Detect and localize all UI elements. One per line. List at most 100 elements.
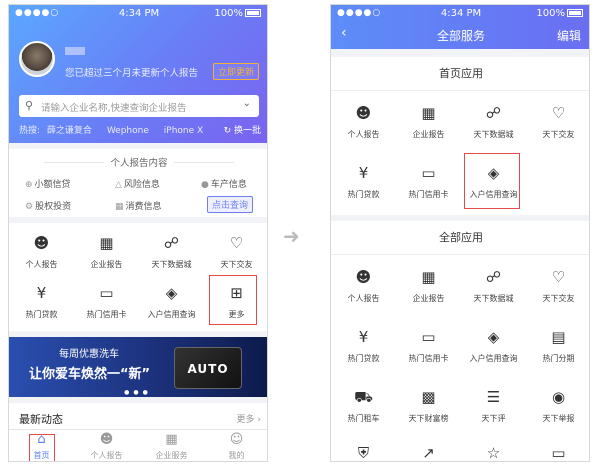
service-dating[interactable]: ♡ 天下交友 xyxy=(204,233,267,270)
yen-icon: ¥ xyxy=(358,164,369,182)
report-item: ⊕ 小额信贷 xyxy=(25,180,71,190)
change-batch-button[interactable]: ↻ 换一批 xyxy=(224,123,261,136)
tab-mine[interactable]: ☺ 我的 xyxy=(204,432,267,461)
personal-report-panel: 个人报告内容 ⊕ 小额信贷 △ 风险信息 ● 车产信息 ⚙ 股权投资 ▦ 消费信息 点击查… xyxy=(9,149,267,217)
app-company-report[interactable]: ▦ 企业报告 xyxy=(396,267,461,304)
search-input[interactable]: ⚲ 请输入企业名称,快速查询企业报告 ⌄ xyxy=(19,95,259,117)
app-row-partial[interactable]: ☆ xyxy=(461,443,526,462)
news-section: 最新动态 更多 › xyxy=(9,403,267,429)
service-data-city[interactable]: ☍ 天下数据城 xyxy=(139,233,204,270)
app-row-partial[interactable]: ↗ xyxy=(396,443,461,461)
home-apps-heading: 首页应用 xyxy=(331,57,589,91)
car-icon: ⛟ xyxy=(354,388,373,406)
report-item: ⚙ 股权投资 xyxy=(25,202,72,212)
gear-icon: ⚙ xyxy=(25,202,34,212)
user-name-blurred xyxy=(65,47,85,55)
personal-report-title: 个人报告内容 xyxy=(9,155,267,169)
status-bar: ●●●●○ 4:34 PM 100% xyxy=(9,5,267,23)
app-reviews[interactable]: ☰ 天下评 xyxy=(461,387,526,424)
tab-company-service[interactable]: ▦ 企业服务 xyxy=(139,432,204,461)
app-loans[interactable]: ¥ 热门贷款 xyxy=(331,327,396,364)
graduation-cap-icon: ◈ xyxy=(487,328,500,346)
service-grid: ☻ 个人报告 ▦ 企业报告 ☍ 天下数据城 ♡ 天下交友 ¥ 热门贷款 ▭ 热门信用卡 ◈ 入… xyxy=(9,223,267,331)
tab-bar: ⌂ 首页 ☻ 个人报告 ▦ 企业服务 ☺ 我的 xyxy=(9,429,267,461)
building-icon: ▦ xyxy=(421,104,436,122)
building-icon: ▦ xyxy=(421,268,436,286)
hot-label: 热搜: xyxy=(19,126,41,136)
report-item: ● 车产信息 xyxy=(201,180,247,190)
edit-button[interactable]: 编辑 xyxy=(557,27,581,44)
app-credit-card[interactable]: ▭ 热门信用卡 xyxy=(396,327,461,364)
all-apps-grid: ☻ 个人报告 ▦ 企业报告 ☍ 天下数据城 ♡ 天下交友 ¥ 热门贷款 ▭ 热门信用卡 ◈ 入… xyxy=(331,255,589,462)
carousel-dots[interactable]: ●●● xyxy=(9,389,267,396)
app-data-city[interactable]: ☍ 天下数据城 xyxy=(461,267,526,304)
avatar[interactable] xyxy=(19,41,55,77)
refresh-icon: ↻ xyxy=(223,126,232,136)
car-icon: ● xyxy=(201,180,209,190)
banner-card-image: AUTO xyxy=(174,347,242,389)
banner-line2: 让你爱车焕然一“新” xyxy=(29,367,151,382)
service-company-report[interactable]: ▦ 企业报告 xyxy=(74,233,139,270)
battery-indicator: 100% xyxy=(536,8,583,19)
report-item: ▦ 消费信息 xyxy=(115,202,162,212)
building-icon: ▦ xyxy=(99,234,114,252)
nav-bar: ●●●●○ 4:34 PM 100% ‹ 全部服务 编辑 xyxy=(331,5,589,49)
service-personal-report[interactable]: ☻ 个人报告 xyxy=(9,233,74,270)
calendar-icon: ▤ xyxy=(551,328,566,346)
promo-banner[interactable]: 每周优惠洗车 让你爱车焕然一“新” AUTO xyxy=(9,337,267,397)
police-icon: ◉ xyxy=(551,388,566,406)
app-dating[interactable]: ♡ 天下交友 xyxy=(526,103,589,140)
chevron-down-icon[interactable]: ⌄ xyxy=(243,98,251,109)
app-data-city[interactable]: ☍ 天下数据城 xyxy=(461,103,526,140)
share-icon: ☍ xyxy=(485,268,502,286)
comment-icon: ☰ xyxy=(486,388,501,406)
app-dating[interactable]: ♡ 天下交友 xyxy=(526,267,589,304)
service-loans[interactable]: ¥ 热门贷款 xyxy=(9,283,74,320)
status-bar: ●●●●○ 4:34 PM 100% xyxy=(331,5,589,23)
report-item: △ 风险信息 xyxy=(115,180,160,190)
card-icon: ▭ xyxy=(421,164,436,182)
card-icon: ▭ xyxy=(421,328,436,346)
app-personal-report[interactable]: ☻ 个人报告 xyxy=(331,267,396,304)
page-title: 全部服务 xyxy=(436,29,485,43)
share-icon: ☍ xyxy=(485,104,502,122)
home-apps-grid: ☻ 个人报告 ▦ 企业报告 ☍ 天下数据城 ♡ 天下交友 ¥ 热门贷款 ▭ 热门信用卡 ◈ 入… xyxy=(331,91,589,215)
receipt-icon: ▦ xyxy=(115,202,124,212)
app-installments[interactable]: ▤ 热门分期 xyxy=(526,327,589,364)
person-icon: ☻ xyxy=(33,234,50,252)
home-header: ●●●●○ 4:34 PM 100% 您已超过三个月未更新个人报告 立即更新 ⚲… xyxy=(9,5,267,143)
yen-icon: ¥ xyxy=(36,284,47,302)
app-credit-card[interactable]: ▭ 热门信用卡 xyxy=(396,163,461,200)
heart-icon: ♡ xyxy=(229,234,244,252)
star-icon: ☆ xyxy=(486,444,501,462)
app-credit-query[interactable]: ◈ 入户信用查询 xyxy=(461,327,526,364)
service-credit-query[interactable]: ◈ 入户信用查询 xyxy=(139,283,204,320)
app-row-partial[interactable]: ▭ xyxy=(526,443,589,462)
app-row-partial[interactable]: ⛨ xyxy=(331,443,396,461)
app-report[interactable]: ◉ 天下举报 xyxy=(526,387,589,424)
search-icon: ⚲ xyxy=(25,99,34,112)
card-icon: ▭ xyxy=(551,444,566,462)
app-personal-report[interactable]: ☻ 个人报告 xyxy=(331,103,396,140)
hot-item[interactable]: 薛之谦复合 xyxy=(47,126,92,136)
app-company-report[interactable]: ▦ 企业报告 xyxy=(396,103,461,140)
news-more-link[interactable]: 更多 › xyxy=(237,412,262,425)
update-now-button[interactable]: 立即更新 xyxy=(213,63,260,80)
battery-indicator: 100% xyxy=(214,8,261,19)
graduation-cap-icon: ◈ xyxy=(165,284,178,302)
transition-arrow-icon: ➜ xyxy=(283,224,300,248)
user-icon: ☺ xyxy=(229,432,244,447)
home-screen: ●●●●○ 4:34 PM 100% 您已超过三个月未更新个人报告 立即更新 ⚲… xyxy=(8,4,268,462)
hot-item[interactable]: iPhone X xyxy=(164,126,203,136)
battery-icon xyxy=(567,9,583,17)
home-highlight-box xyxy=(29,434,55,461)
hot-item[interactable]: Wephone xyxy=(107,126,149,136)
click-query-button[interactable]: 点击查询 xyxy=(207,196,254,213)
app-loans[interactable]: ¥ 热门贷款 xyxy=(331,163,396,200)
service-credit-card[interactable]: ▭ 热门信用卡 xyxy=(74,283,139,320)
tab-personal-report[interactable]: ☻ 个人报告 xyxy=(74,432,139,461)
credit-query-highlight-box xyxy=(464,153,520,209)
heart-icon: ♡ xyxy=(551,268,566,286)
app-car-rental[interactable]: ⛟ 热门租车 xyxy=(331,387,396,424)
app-wealth-rank[interactable]: ▩ 天下财富榜 xyxy=(396,387,461,424)
